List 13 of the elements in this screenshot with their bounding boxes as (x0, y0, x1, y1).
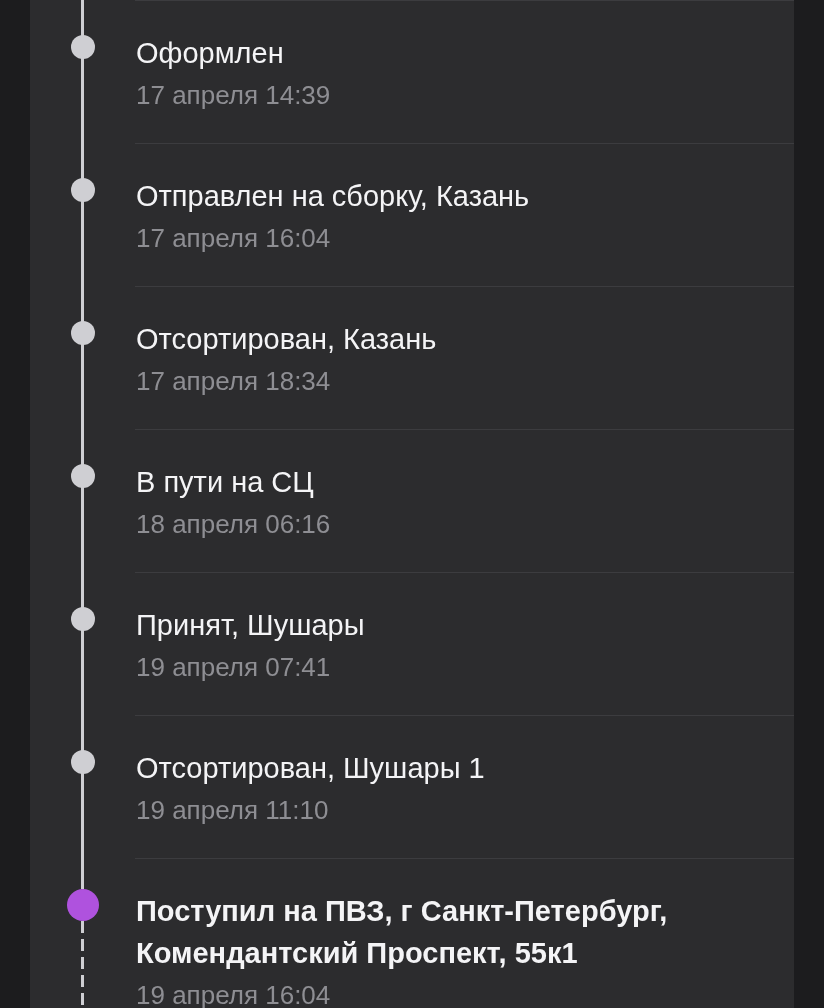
event-time: 19 апреля 11:10 (136, 794, 330, 827)
event-time: 19 апреля 07:41 (136, 651, 332, 684)
event-title: Отсортирован, Казань (136, 322, 438, 357)
event-title: Отсортирован, Шушары 1 (136, 751, 486, 786)
event-time: 18 апреля 06:16 (136, 508, 332, 541)
event-title: Оформлен (136, 36, 285, 71)
event-time: 17 апреля 16:04 (136, 222, 332, 255)
event-time: 17 апреля 14:39 (136, 79, 332, 112)
event-time: 17 апреля 18:34 (136, 365, 332, 398)
event-title: Отправлен на сборку, Казань (136, 179, 531, 214)
event-title: Принят, Шушары (136, 608, 366, 643)
event-title: Поступил на ПВЗ, г Санкт-Петербург, Комендантский Проспект, 55к1 (136, 894, 669, 971)
event-title: В пути на СЦ (136, 465, 315, 500)
